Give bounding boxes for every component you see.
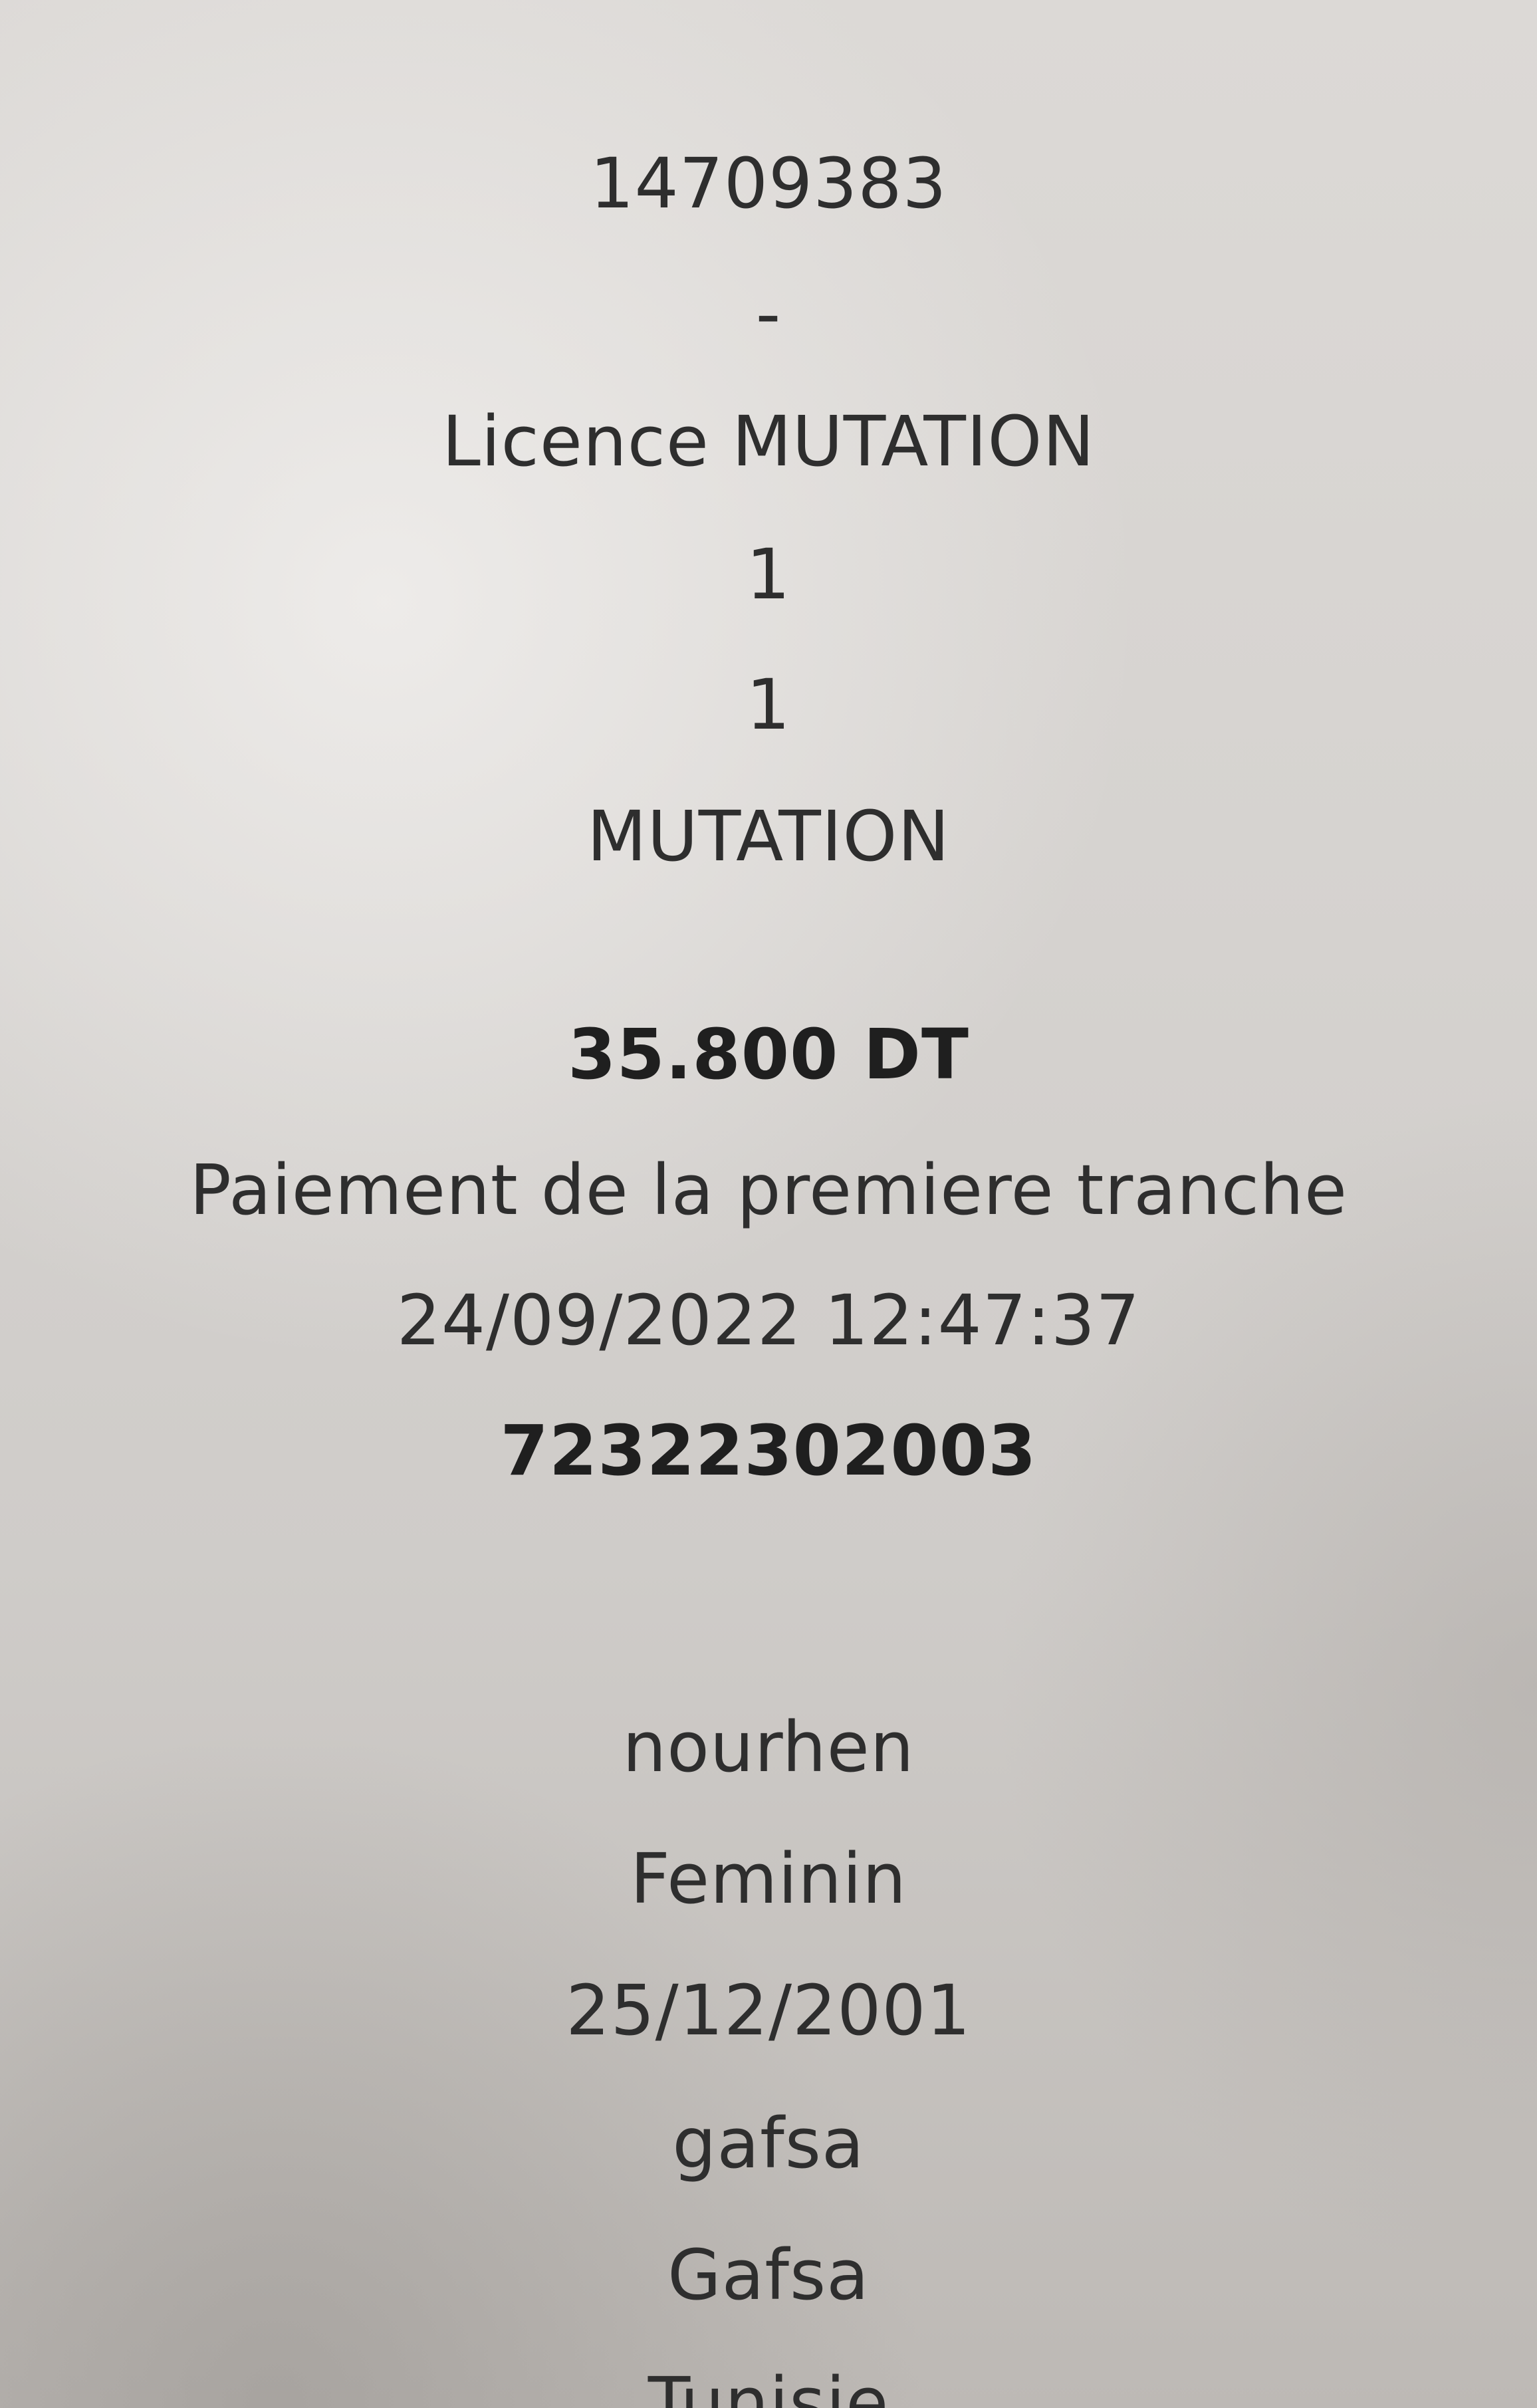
payment-description: Paiement de la premiere tranche (189, 1149, 1348, 1231)
person-gender: Feminin (630, 1838, 907, 1919)
quantity-line-1: 1 (746, 534, 791, 615)
amount-total: 35.800 DT (568, 1014, 969, 1095)
transaction-number: 72322302003 (500, 1410, 1037, 1491)
quantity-line-2: 1 (746, 664, 791, 745)
person-country: Tunisie (0, 2368, 1537, 2408)
payment-datetime: 24/09/2022 12:47:37 (396, 1280, 1141, 1361)
category-label: MUTATION (586, 796, 951, 877)
person-first-name: nourhen (622, 1707, 915, 1788)
reference-number: 14709383 (590, 143, 947, 224)
separator-dash: - (755, 273, 782, 354)
person-birth-place: gafsa (672, 2103, 865, 2184)
person-birth-date: 25/12/2001 (566, 1970, 971, 2051)
person-governorate: Gafsa (667, 2234, 870, 2316)
licence-type: Licence MUTATION (441, 401, 1096, 482)
